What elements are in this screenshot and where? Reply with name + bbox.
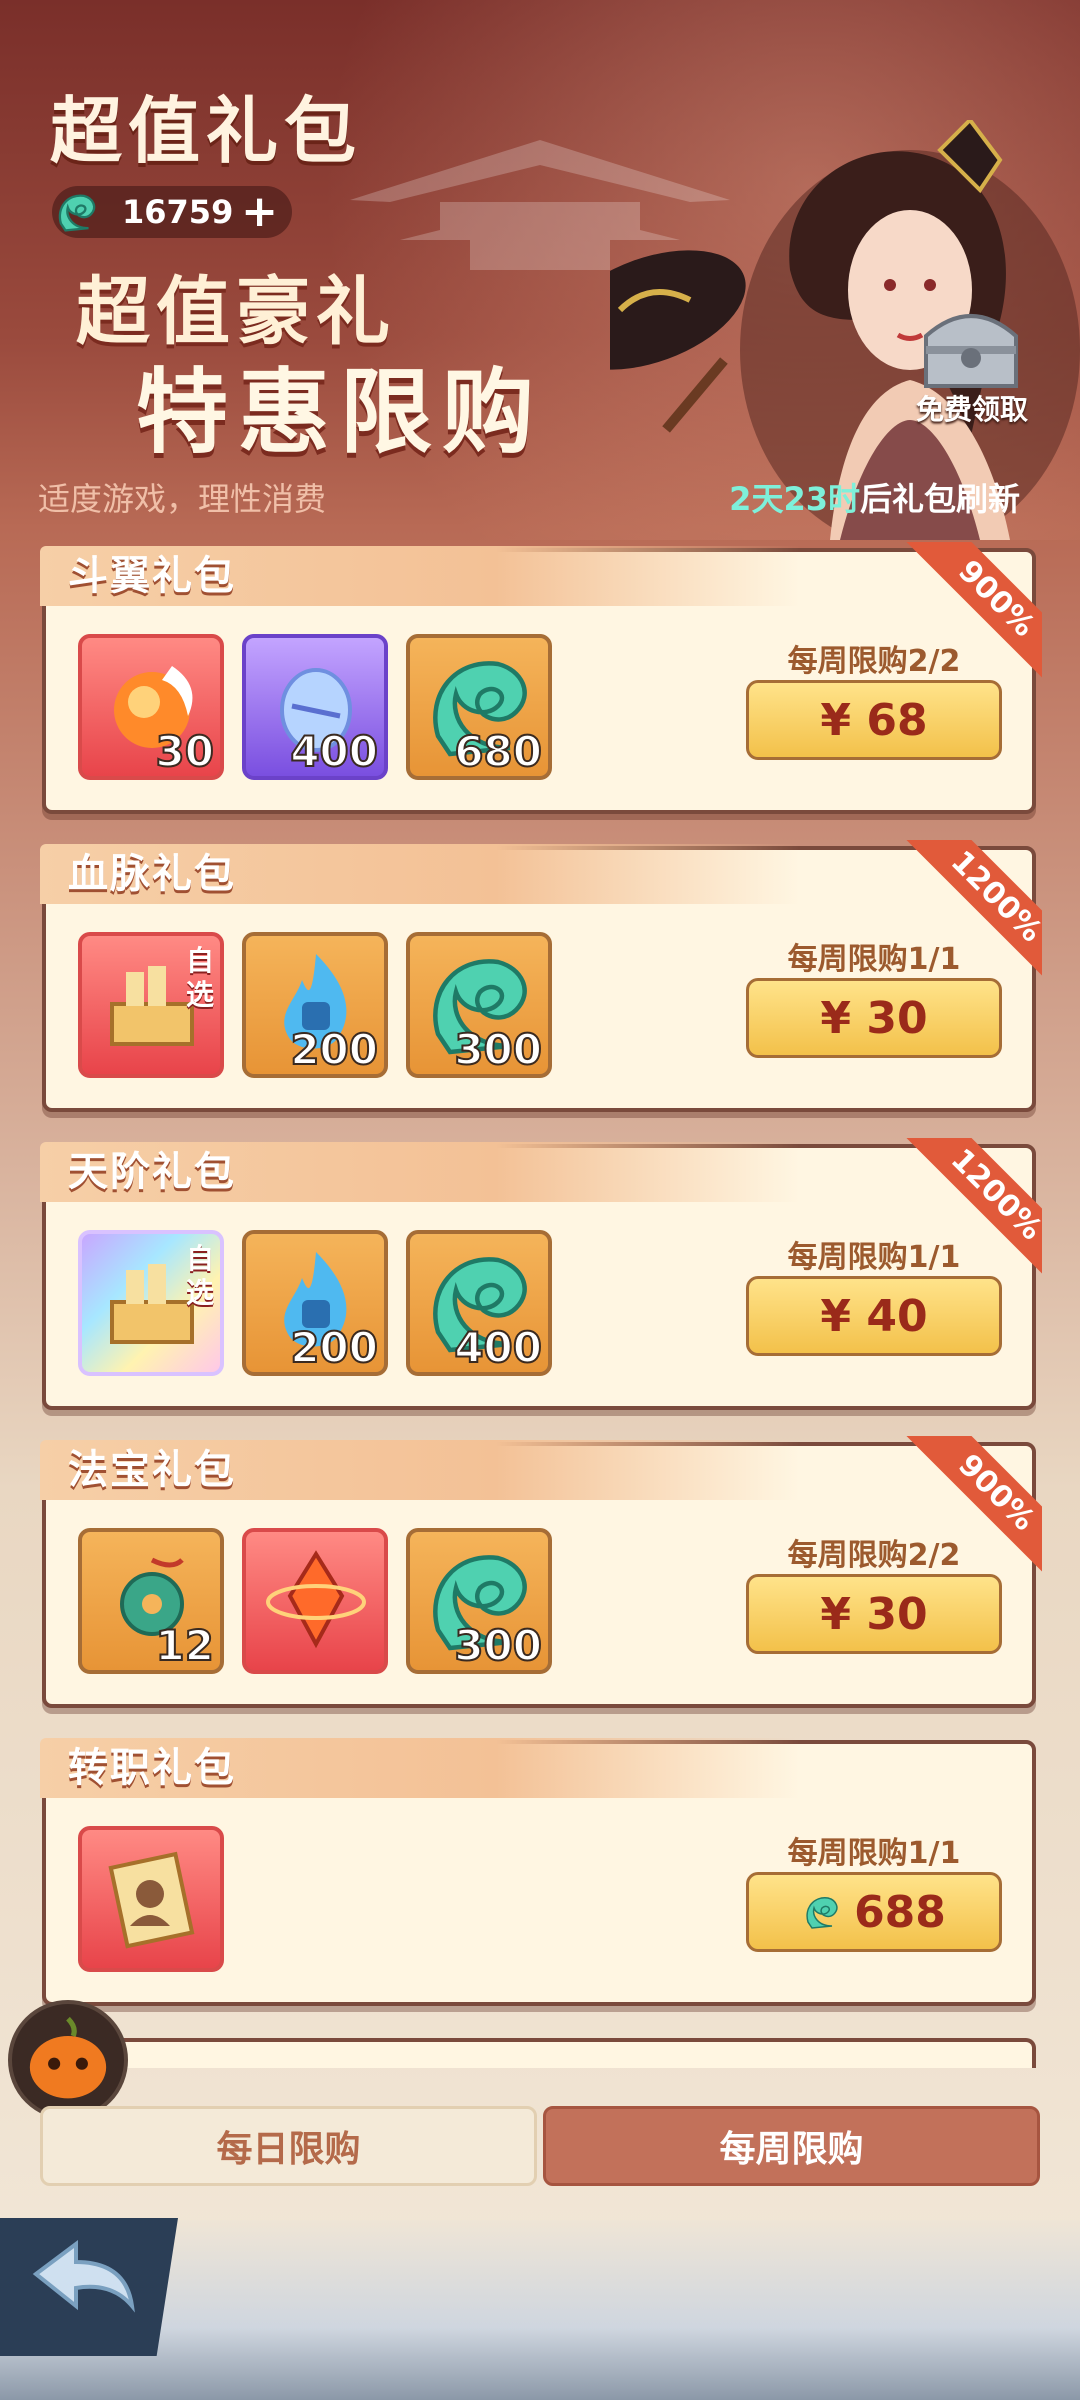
- currency-amount: 16759: [122, 193, 234, 231]
- page-title: 超值礼包: [50, 88, 363, 173]
- item-slot[interactable]: [78, 1826, 224, 1972]
- buy-button[interactable]: 688: [746, 1872, 1002, 1952]
- package-card: 血脉礼包 1200% 自选 200 300 每周限购1/1 ¥ 30: [40, 840, 1042, 1112]
- refresh-suffix: 后礼包刷新: [859, 480, 1020, 518]
- next-card-peek: [42, 2038, 1036, 2068]
- self-select-tag: 自选: [185, 1242, 214, 1309]
- purchase-limit: 每周限购1/1: [787, 942, 961, 977]
- item-slot[interactable]: 300: [406, 1528, 552, 1674]
- package-card: 转职礼包 每周限购1/1 688: [40, 1738, 1036, 2006]
- job-card-icon: [108, 1851, 195, 1949]
- free-claim-button[interactable]: 免费领取: [906, 296, 1036, 436]
- item-slot[interactable]: 30: [78, 634, 224, 780]
- package-card: 天阶礼包 1200% 自选 200 400 每周限购1/1 ¥ 40: [40, 1138, 1042, 1410]
- item-qty: 400: [453, 1322, 543, 1372]
- item-slot[interactable]: 400: [242, 634, 388, 780]
- item-slot[interactable]: 300: [406, 932, 552, 1078]
- package-card: 斗翼礼包 900% 30 400 680 每周限购2/2 ¥ 68: [40, 542, 1042, 814]
- treasure-chest-icon: [924, 314, 1018, 388]
- purchase-limit: 每周限购1/1: [787, 1836, 961, 1871]
- item-slot[interactable]: 200: [242, 932, 388, 1078]
- hero-banner: 超值礼包 16759 + 超值豪礼 特惠限购 免费领取 适度游戏，理性消费 2天…: [0, 0, 1080, 540]
- pumpkin-pet-icon: [29, 2016, 107, 2099]
- item-qty: 30: [155, 726, 215, 776]
- item-qty: 12: [155, 1620, 215, 1670]
- jade-swirl-icon: [806, 1897, 838, 1929]
- buy-button[interactable]: ¥ 40: [746, 1276, 1002, 1356]
- fire-crystal-icon: [266, 1550, 366, 1649]
- currency-display: 16759 +: [52, 186, 292, 238]
- purchase-limit: 每周限购1/1: [787, 1240, 961, 1275]
- free-claim-label: 免费领取: [915, 393, 1028, 426]
- back-arrow-icon: [32, 2240, 135, 2313]
- package-title: 血脉礼包: [68, 850, 236, 897]
- buy-button[interactable]: ¥ 30: [746, 978, 1002, 1058]
- item-qty: 200: [289, 1024, 379, 1074]
- package-title: 转职礼包: [68, 1744, 236, 1791]
- tab-weekly-limit[interactable]: 每周限购: [543, 2106, 1040, 2186]
- package-title: 天阶礼包: [68, 1148, 236, 1195]
- buy-button[interactable]: ¥ 30: [746, 1574, 1002, 1654]
- self-select-tag: 自选: [185, 944, 214, 1011]
- buy-button[interactable]: ¥ 68: [746, 680, 1002, 760]
- package-title: 斗翼礼包: [68, 552, 236, 599]
- package-title: 法宝礼包: [68, 1446, 236, 1493]
- add-currency-button[interactable]: +: [241, 190, 278, 234]
- package-header: 天阶礼包: [40, 1142, 800, 1202]
- slogan-line-2: 特惠限购: [136, 358, 545, 466]
- item-slot[interactable]: [242, 1528, 388, 1674]
- purchase-tabs: 每日限购 每周限购: [40, 2106, 1040, 2186]
- item-slot[interactable]: 12: [78, 1528, 224, 1674]
- back-button[interactable]: [0, 2218, 178, 2356]
- item-qty: 200: [289, 1322, 379, 1372]
- item-slot[interactable]: 680: [406, 634, 552, 780]
- item-qty: 680: [453, 726, 543, 776]
- package-header: 法宝礼包: [40, 1440, 800, 1500]
- item-qty: 300: [453, 1024, 543, 1074]
- pet-assistant-button[interactable]: [8, 2000, 128, 2120]
- item-qty: 300: [453, 1620, 543, 1670]
- item-slot[interactable]: 自选: [78, 1230, 224, 1376]
- price-text: 688: [854, 1886, 946, 1938]
- purchase-limit: 每周限购2/2: [787, 1538, 961, 1573]
- tab-daily-limit[interactable]: 每日限购: [40, 2106, 537, 2186]
- refresh-timer: 2天23时后礼包刷新: [729, 474, 1020, 520]
- package-card: 法宝礼包 900% 12 300 每周限购2/2 ¥ 30: [40, 1436, 1042, 1708]
- jade-swirl-icon: [58, 194, 96, 232]
- item-slot[interactable]: 400: [406, 1230, 552, 1376]
- item-slot[interactable]: 200: [242, 1230, 388, 1376]
- package-header: 转职礼包: [40, 1738, 800, 1798]
- package-header: 血脉礼包: [40, 844, 800, 904]
- item-qty: 400: [289, 726, 379, 776]
- notice-text: 适度游戏，理性消费: [38, 480, 327, 518]
- refresh-time: 2天23时: [729, 480, 860, 518]
- purchase-limit: 每周限购2/2: [787, 644, 961, 679]
- item-slot[interactable]: 自选: [78, 932, 224, 1078]
- package-header: 斗翼礼包: [40, 546, 800, 606]
